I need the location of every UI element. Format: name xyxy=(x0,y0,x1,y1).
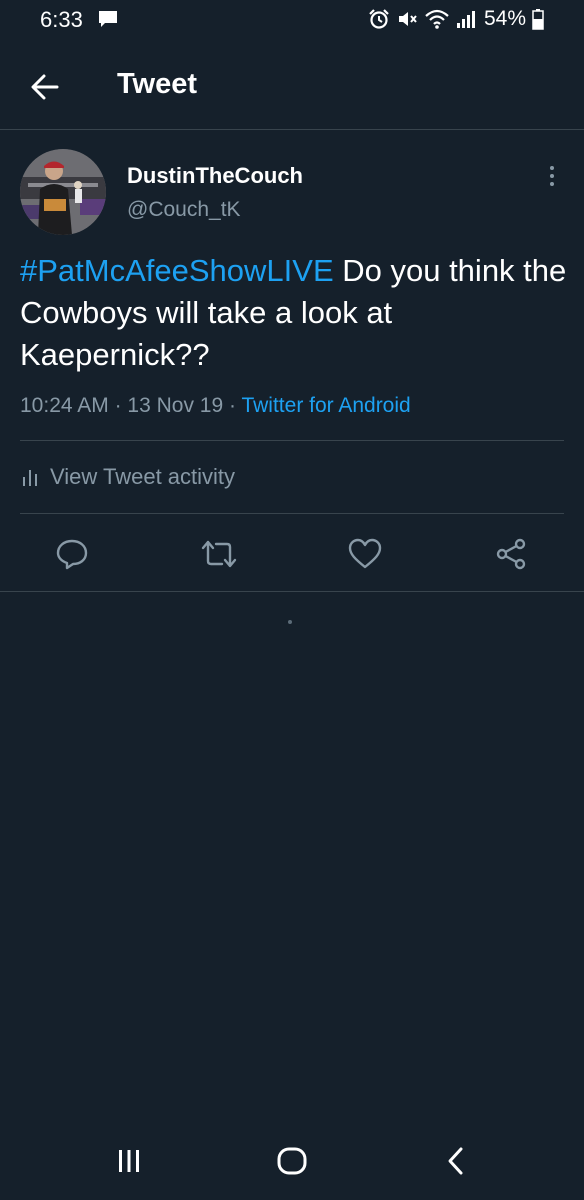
divider xyxy=(0,591,584,592)
app-header: Tweet xyxy=(0,42,584,130)
alarm-icon xyxy=(369,9,389,29)
author-display-name[interactable]: DustinTheCouch xyxy=(127,163,303,189)
view-activity-label: View Tweet activity xyxy=(50,464,236,489)
retweet-icon xyxy=(201,540,237,568)
wifi-icon xyxy=(425,9,449,29)
divider xyxy=(20,513,564,514)
message-icon xyxy=(99,11,117,27)
back-icon xyxy=(448,1147,463,1175)
arrow-left-icon xyxy=(31,74,59,100)
signal-icon xyxy=(456,11,475,28)
like-button[interactable] xyxy=(343,532,387,576)
tweet-source-link[interactable]: Twitter for Android xyxy=(241,394,410,417)
reply-button[interactable] xyxy=(50,532,94,576)
hashtag-link[interactable]: #PatMcAfeeShowLIVE xyxy=(20,253,334,288)
page-title: Tweet xyxy=(117,68,198,100)
home-icon xyxy=(277,1147,307,1175)
avatar-image xyxy=(20,149,106,235)
view-activity-link[interactable]: View Tweet activity xyxy=(22,464,235,490)
more-dot xyxy=(550,182,554,186)
author-handle[interactable]: @Couch_tK xyxy=(127,198,241,222)
status-time: 6:33 xyxy=(40,7,83,32)
more-dot xyxy=(550,166,554,170)
avatar[interactable] xyxy=(20,149,106,235)
meta-separator: · xyxy=(229,394,236,417)
tweet-meta: 10:24 AM · 13 Nov 19 · Twitter for Andro… xyxy=(20,394,411,418)
home-button[interactable] xyxy=(262,1136,322,1186)
tweet-time: 10:24 AM xyxy=(20,394,109,417)
battery-icon xyxy=(532,9,544,30)
more-options-icon[interactable] xyxy=(538,160,566,192)
loading-indicator xyxy=(288,620,292,624)
like-icon xyxy=(348,538,382,569)
status-bar: 6:33 54% xyxy=(0,0,584,42)
more-dot xyxy=(550,174,554,178)
tweet-date: 13 Nov 19 xyxy=(127,394,224,417)
nav-back-button[interactable] xyxy=(426,1136,486,1186)
screen: 6:33 54% Tweet DustinTheCouch @Couch_tK … xyxy=(0,0,584,1200)
recents-button[interactable] xyxy=(99,1136,159,1186)
back-button[interactable] xyxy=(22,64,68,110)
analytics-icon xyxy=(23,470,37,486)
share-icon xyxy=(496,538,526,570)
reply-icon xyxy=(56,539,88,570)
status-icons: 54% xyxy=(368,6,544,32)
share-button[interactable] xyxy=(489,532,533,576)
tweet-actions xyxy=(0,532,584,576)
tweet-text: #PatMcAfeeShowLIVE Do you think the Cowb… xyxy=(20,250,576,376)
retweet-button[interactable] xyxy=(197,532,241,576)
meta-separator: · xyxy=(114,394,122,417)
battery-percent: 54% xyxy=(483,7,526,30)
recents-icon xyxy=(119,1150,139,1172)
divider xyxy=(20,440,564,441)
system-nav-bar xyxy=(0,1120,584,1200)
mute-icon xyxy=(398,12,417,26)
